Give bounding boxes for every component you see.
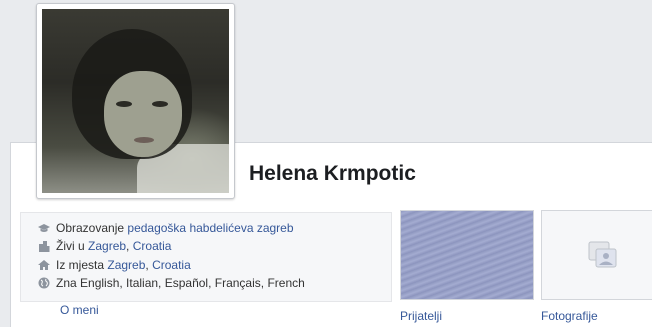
photos-icon	[588, 241, 618, 274]
graduation-cap-icon	[38, 222, 50, 234]
languages-text: Zna English, Italian, Español, Français,…	[56, 276, 305, 290]
lives-city-link[interactable]: Zagreb	[88, 239, 126, 253]
globe-icon	[38, 277, 50, 289]
lives-row: Živi u Zagreb, Croatia	[38, 237, 171, 255]
from-separator: ,	[145, 258, 149, 272]
friends-label[interactable]: Prijatelji	[400, 309, 442, 323]
education-link[interactable]: pedagoška habdelićeva zagreb	[127, 221, 293, 235]
from-country-link[interactable]: Croatia	[152, 258, 191, 272]
lives-label: Živi u	[56, 239, 85, 253]
photos-tile[interactable]	[541, 210, 652, 300]
languages-row: Zna English, Italian, Español, Français,…	[38, 274, 305, 292]
profile-picture[interactable]	[36, 3, 235, 199]
profile-photo	[42, 9, 229, 193]
photo-eye-left	[116, 101, 132, 107]
photos-label[interactable]: Fotografije	[541, 309, 598, 323]
lives-country-link[interactable]: Croatia	[133, 239, 172, 253]
photo-lips	[134, 137, 154, 143]
from-row: Iz mjesta Zagreb, Croatia	[38, 256, 191, 274]
education-row: Obrazovanje pedagoška habdelićeva zagreb	[38, 219, 294, 237]
lives-separator: ,	[126, 239, 130, 253]
photo-eye-right	[152, 101, 168, 107]
home-icon	[38, 259, 50, 271]
from-city-link[interactable]: Zagreb	[107, 258, 145, 272]
city-icon	[38, 240, 50, 252]
photo-face	[104, 71, 182, 157]
education-label: Obrazovanje	[56, 221, 125, 235]
about-link[interactable]: O meni	[60, 303, 99, 317]
profile-name[interactable]: Helena Krmpotic	[249, 162, 416, 186]
from-label: Iz mjesta	[56, 258, 105, 272]
friends-tile[interactable]	[400, 210, 534, 300]
